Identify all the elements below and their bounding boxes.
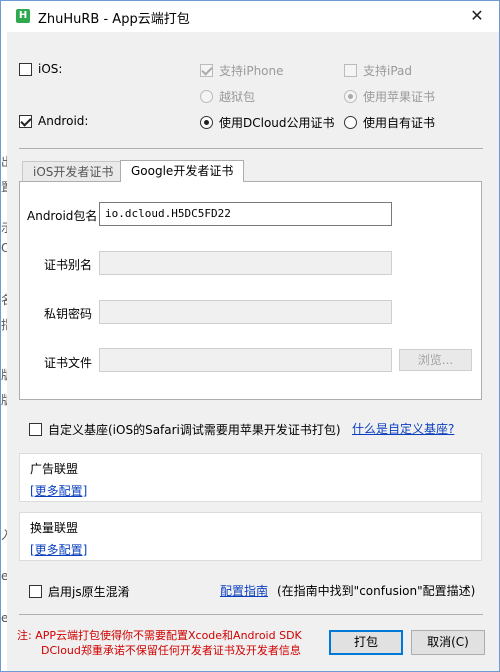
ios-checkbox-box[interactable] (19, 62, 32, 76)
dcloud-cert-label: 使用DCloud公用证书 (219, 116, 335, 130)
custom-base-box[interactable] (29, 423, 42, 436)
own-cert-label: 使用自有证书 (363, 116, 436, 130)
support-ipad-label: 支持iPad (363, 64, 413, 78)
cert-alias-label: 证书别名 (44, 258, 93, 272)
ios-checkbox[interactable]: iOS: (19, 62, 62, 76)
android-checkbox[interactable]: Android: (19, 114, 88, 128)
pack-note-line1: 注: APP云端打包使得你不需要配置Xcode和Android SDK (17, 629, 302, 642)
ad-union-group: 广告联盟 [更多配置] (19, 453, 482, 502)
js-obfuscation-checkbox[interactable]: 启用js原生混淆 (29, 583, 130, 600)
ad-union-title: 广告联盟 (30, 462, 79, 476)
apple-cert-radio-dot[interactable] (344, 90, 357, 103)
ios-label: iOS: (38, 62, 63, 76)
cert-file-input[interactable] (99, 348, 392, 372)
tab-google-cert[interactable]: Google开发者证书 (120, 160, 245, 182)
tab-ios-cert[interactable]: iOS开发者证书 (22, 161, 125, 182)
config-guide-hint: (在指南中找到"confusion"配置描述) (277, 584, 476, 598)
close-icon: ✕ (470, 6, 484, 25)
custom-base-label: 自定义基座(iOS的Safari调试需要用苹果开发证书打包) (48, 423, 341, 437)
footer-separator (19, 614, 483, 615)
custom-base-help-link[interactable]: 什么是自定义基座? (352, 420, 454, 437)
cert-file-label: 证书文件 (44, 356, 93, 370)
pack-button[interactable]: 打包 (329, 630, 403, 655)
jailbreak-radio-dot[interactable] (200, 90, 213, 103)
browse-button[interactable]: 浏览... (399, 349, 472, 371)
dcloud-cert-radio-dot[interactable] (200, 116, 213, 129)
key-password-input[interactable] (99, 300, 392, 324)
js-obfuscation-label: 启用js原生混淆 (48, 585, 130, 599)
key-password-label: 私钥密码 (44, 307, 93, 321)
window-title: ZhuHuRB - App云端打包 (38, 12, 190, 27)
cert-alias-input[interactable] (99, 251, 392, 275)
pack-dialog: H ZhuHuRB - App云端打包 ✕ 出 置 示 O 名 指 版 版 入 … (0, 0, 500, 672)
support-ipad-checkbox[interactable]: 支持iPad (344, 62, 412, 79)
support-iphone-box[interactable] (200, 64, 213, 77)
dcloud-cert-radio[interactable]: 使用DCloud公用证书 (200, 114, 335, 131)
close-button[interactable]: ✕ (467, 5, 487, 27)
package-name-label: Android包名 (27, 209, 98, 223)
android-label: Android: (38, 114, 89, 128)
title-bar[interactable]: H ZhuHuRB - App云端打包 ✕ (1, 1, 499, 32)
jailbreak-radio[interactable]: 越狱包 (200, 88, 255, 105)
separator (19, 148, 483, 149)
custom-base-checkbox[interactable]: 自定义基座(iOS的Safari调试需要用苹果开发证书打包) (29, 421, 341, 438)
android-checkbox-box[interactable] (19, 114, 32, 128)
app-icon: H (16, 9, 30, 23)
ad-union-more-link[interactable]: [更多配置] (30, 482, 87, 499)
jailbreak-label: 越狱包 (219, 90, 256, 104)
apple-cert-label: 使用苹果证书 (363, 90, 436, 104)
apple-cert-radio[interactable]: 使用苹果证书 (344, 88, 435, 105)
dialog-content: iOS: 支持iPhone 支持iPad 越狱包 使用苹果证书 Android:… (7, 32, 499, 671)
cancel-button[interactable]: 取消(C) (411, 630, 485, 655)
own-cert-radio[interactable]: 使用自有证书 (344, 114, 435, 131)
exchange-union-title: 换量联盟 (30, 521, 79, 535)
support-iphone-checkbox[interactable]: 支持iPhone (200, 62, 284, 79)
exchange-union-more-link[interactable]: [更多配置] (30, 541, 87, 558)
own-cert-radio-dot[interactable] (344, 116, 357, 129)
support-ipad-box[interactable] (344, 64, 357, 77)
pack-note-line2: DCloud郑重承诺不保留任何开发者证书及开发者信息 (41, 644, 301, 657)
support-iphone-label: 支持iPhone (219, 64, 284, 78)
package-name-input[interactable]: io.dcloud.H5DC5FD22 (99, 202, 392, 226)
config-guide-link[interactable]: 配置指南 (220, 582, 268, 599)
js-obfuscation-box[interactable] (29, 585, 42, 598)
exchange-union-group: 换量联盟 [更多配置] (19, 512, 482, 561)
